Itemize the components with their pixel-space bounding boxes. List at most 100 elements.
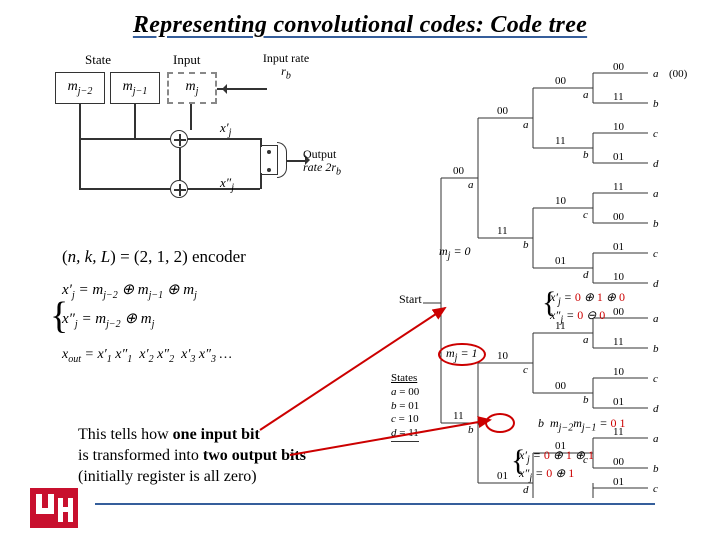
svg-text:b: b [583, 394, 589, 406]
svg-text:11: 11 [453, 410, 464, 422]
state-d: d = 11 [391, 427, 419, 441]
equation-xout: xout = x′1 x″1 x′2 x″2 x′3 x″3 … [62, 342, 232, 369]
svg-text:10: 10 [497, 350, 509, 362]
uh-logo [30, 488, 78, 528]
svg-text:a: a [583, 334, 589, 346]
note-bold2: two output bits [203, 447, 306, 464]
svg-text:c: c [653, 128, 658, 140]
code-tree: Start mj = 0 mj = 1 States a = 00 b = 01… [413, 48, 708, 498]
svg-text:b: b [653, 218, 659, 230]
start-label: Start [399, 292, 422, 307]
svg-text:a: a [523, 119, 529, 131]
svg-text:00: 00 [497, 105, 509, 117]
svg-text:01: 01 [613, 396, 624, 408]
output-rate-label: Output rate 2rb [303, 148, 363, 178]
wire [179, 148, 181, 181]
wire [190, 104, 192, 130]
highlight-circle-11 [485, 413, 515, 433]
state-label: State [85, 52, 111, 68]
annot-xprime-bot: { x′j = 0 ⊕ 1 ⊕ 1 [519, 448, 594, 465]
svg-text:a: a [653, 68, 659, 80]
xor-adder-top [170, 130, 188, 148]
xprime-label: x′j [220, 120, 231, 139]
svg-text:00: 00 [555, 75, 567, 87]
svg-text:b: b [653, 463, 659, 475]
svg-text:00: 00 [613, 61, 625, 73]
svg-text:a: a [653, 188, 659, 200]
output-rate-sym: rate 2rb [303, 160, 341, 174]
input-rate-sym: rb [281, 64, 291, 78]
states-legend: States a = 00 b = 01 c = 10 d = 11 [391, 372, 419, 442]
state-a: a = 00 [391, 386, 419, 400]
xor-adder-bottom [170, 180, 188, 198]
mj0-label: mj = 0 [439, 244, 471, 261]
annot-xprime-top: { x′j = 0 ⊕ 1 ⊕ 0 [550, 290, 625, 307]
svg-text:d: d [653, 278, 659, 290]
svg-text:d: d [653, 403, 659, 415]
note-part2: is transformed into [78, 447, 203, 464]
page-title: Representing convolutional codes: Code t… [0, 0, 720, 43]
svg-text:00: 00 [555, 380, 567, 392]
svg-text:10: 10 [613, 121, 625, 133]
svg-text:11: 11 [613, 336, 624, 348]
input-rate-text: Input rate [263, 51, 309, 65]
svg-text:10: 10 [613, 366, 625, 378]
svg-text:a: a [653, 313, 659, 325]
xdprime-label: x″j [220, 175, 234, 194]
svg-text:11: 11 [613, 91, 624, 103]
svg-text:b: b [468, 424, 474, 436]
reg-mj1: mj−1 [110, 72, 160, 104]
states-header: States [391, 372, 419, 386]
svg-text:c: c [653, 483, 658, 495]
reg-mj: mj [167, 72, 217, 104]
wire [260, 173, 262, 189]
dot-icon [267, 150, 271, 154]
svg-text:d: d [523, 484, 529, 496]
equation-xdprime: x″j = mj−2 ⊕ mj [62, 305, 232, 334]
mj1-label: mj = 1 [438, 343, 486, 366]
svg-text:d: d [653, 158, 659, 170]
svg-text:c: c [523, 364, 528, 376]
wire [79, 138, 171, 140]
input-label: Input [173, 52, 200, 68]
svg-text:b: b [653, 343, 659, 355]
annot-xdprime-top: x″j = 0 ⊖ 0 [550, 308, 605, 325]
svg-text:01: 01 [555, 255, 566, 267]
svg-text:c: c [653, 248, 658, 260]
svg-text:01: 01 [613, 151, 624, 163]
slide: Representing convolutional codes: Code t… [0, 0, 720, 540]
svg-text:10: 10 [613, 271, 625, 283]
equation-xprime: x′j = mj−2 ⊕ mj−1 ⊕ mj [62, 276, 232, 305]
state-b: b = 01 [391, 400, 419, 414]
dot-icon [267, 168, 271, 172]
note-bold1: one input bit [173, 426, 260, 443]
svg-text:c: c [653, 373, 658, 385]
svg-text:(00): (00) [669, 68, 688, 80]
wire [79, 104, 81, 189]
annot-state-b: b mj−2mj−1 = 0 1 [538, 416, 626, 433]
annot-xdprime-bot: x″j = 0 ⊕ 1 [519, 466, 574, 483]
svg-text:01: 01 [613, 476, 624, 488]
svg-text:a: a [468, 179, 474, 191]
svg-text:b: b [583, 149, 589, 161]
svg-text:00: 00 [613, 211, 625, 223]
svg-text:a: a [653, 433, 659, 445]
svg-text:b: b [523, 239, 529, 251]
svg-text:00: 00 [613, 306, 625, 318]
wire [79, 188, 171, 190]
mux-arc-icon [277, 142, 287, 178]
note-part1: This tells how [78, 426, 173, 443]
svg-text:b: b [653, 98, 659, 110]
svg-text:00: 00 [453, 165, 465, 177]
wire [134, 104, 136, 139]
arrow-icon [217, 84, 227, 94]
note-part3: (initially register is all zero) [78, 468, 257, 485]
reg-mj2: mj−2 [55, 72, 105, 104]
svg-text:11: 11 [555, 135, 566, 147]
svg-text:c: c [583, 209, 588, 221]
encoder-equations: { x′j = mj−2 ⊕ mj−1 ⊕ mj x″j = mj−2 ⊕ mj… [62, 276, 232, 369]
svg-text:01: 01 [613, 241, 624, 253]
output-rate-text: Output [303, 147, 336, 161]
encoder-diagram: State Input Input rate rb mj−2 mj−1 mj x… [55, 60, 365, 240]
svg-text:00: 00 [613, 456, 625, 468]
